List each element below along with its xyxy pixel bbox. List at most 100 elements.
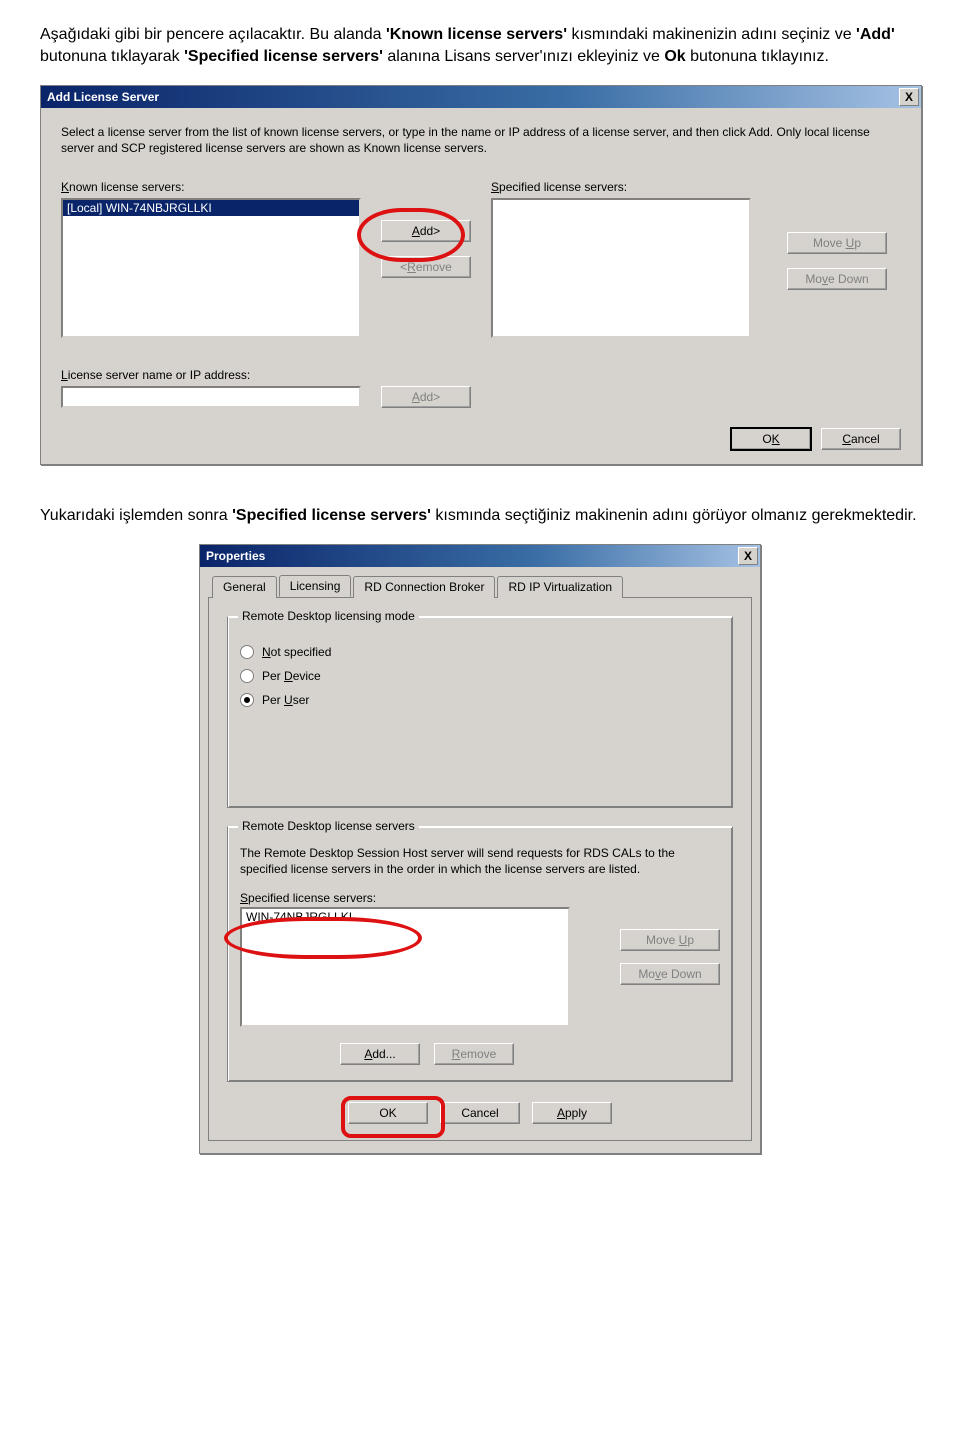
accelerator: L <box>61 368 68 382</box>
titlebar: Properties X <box>200 545 760 567</box>
accelerator: A <box>557 1106 565 1120</box>
text: Per <box>262 693 284 707</box>
add-license-server-dialog: Add License Server X Select a license se… <box>40 85 922 465</box>
radio-per-user[interactable]: Per User <box>240 693 720 707</box>
text: pecified license servers: <box>499 180 627 194</box>
specified-servers-listbox[interactable]: WIN-74NBJRGLLKI <box>240 907 570 1027</box>
list-item[interactable]: [Local] WIN-74NBJRGLLKI <box>63 200 359 216</box>
ok-button[interactable]: OK <box>731 428 811 450</box>
text: dd> <box>420 224 440 238</box>
text: Move <box>646 933 679 947</box>
move-down-button[interactable]: Move Down <box>620 963 720 985</box>
text: e Down <box>828 272 869 286</box>
accelerator: K <box>772 432 780 446</box>
text: Aşağıdaki gibi bir pencere açılacaktır. … <box>40 26 386 43</box>
ok-button[interactable]: OK <box>348 1102 428 1124</box>
remove-button[interactable]: Remove <box>434 1043 514 1065</box>
instruction-paragraph-1: Aşağıdaki gibi bir pencere açılacaktır. … <box>40 24 920 69</box>
text: emove <box>460 1047 496 1061</box>
text: Per <box>262 669 284 683</box>
text: e Down <box>661 967 702 981</box>
text: pecified license servers: <box>248 891 376 905</box>
groupbox-description: The Remote Desktop Session Host server w… <box>240 845 720 877</box>
instruction-paragraph-2: Yukarıdaki işlemden sonra 'Specified lic… <box>40 505 920 527</box>
specified-servers-listbox[interactable] <box>491 198 751 338</box>
text: nown license servers: <box>69 180 184 194</box>
text: butonuna tıklayınız. <box>686 48 829 65</box>
cancel-button[interactable]: Cancel <box>821 428 901 450</box>
apply-button[interactable]: Apply <box>532 1102 612 1124</box>
ip-address-label: License server name or IP address: <box>61 368 901 382</box>
radio-per-device[interactable]: Per Device <box>240 669 720 683</box>
accelerator: S <box>240 891 248 905</box>
accelerator: N <box>262 645 271 659</box>
accelerator: A <box>412 224 420 238</box>
properties-dialog: Properties X General Licensing RD Connec… <box>199 544 761 1154</box>
dialog-title: Properties <box>206 549 265 563</box>
ip-address-input[interactable] <box>61 386 361 408</box>
close-icon: X <box>905 91 913 103</box>
licensing-mode-groupbox: Remote Desktop licensing mode Not specif… <box>227 616 733 808</box>
text: Yukarıdaki işlemden sonra <box>40 507 232 524</box>
add-button[interactable]: Add... <box>340 1043 420 1065</box>
tab-licensing[interactable]: Licensing <box>279 575 352 597</box>
text: alanına Lisans server'ınızı ekleyiniz ve <box>383 48 664 65</box>
cancel-button[interactable]: Cancel <box>440 1102 520 1124</box>
text-bold: 'Specified license servers' <box>184 48 383 65</box>
accelerator: D <box>284 669 293 683</box>
text: ot specified <box>271 645 332 659</box>
remove-button[interactable]: <Remove <box>381 256 471 278</box>
text: butonuna tıklayarak <box>40 48 184 65</box>
known-servers-listbox[interactable]: [Local] WIN-74NBJRGLLKI <box>61 198 361 338</box>
tabstrip: General Licensing RD Connection Broker R… <box>208 575 752 598</box>
text: ser <box>293 693 310 707</box>
tab-general[interactable]: General <box>212 576 277 598</box>
accelerator: K <box>61 180 69 194</box>
specified-servers-label: Specified license servers: <box>491 180 901 194</box>
dialog-instructions: Select a license server from the list of… <box>61 124 901 156</box>
text: p <box>854 236 861 250</box>
text: p <box>687 933 694 947</box>
tab-rd-connection-broker[interactable]: RD Connection Broker <box>353 576 495 598</box>
text: Mo <box>805 272 822 286</box>
titlebar: Add License Server X <box>41 86 921 108</box>
add-button[interactable]: Add> <box>381 220 471 242</box>
text: emove <box>416 260 452 274</box>
dialog-title: Add License Server <box>47 90 159 104</box>
text: Move <box>813 236 846 250</box>
move-down-button[interactable]: Move Down <box>787 268 887 290</box>
text-bold: 'Specified license servers' <box>232 507 431 524</box>
text: O <box>762 432 771 446</box>
text: pply <box>565 1106 587 1120</box>
radio-not-specified[interactable]: Not specified <box>240 645 720 659</box>
accelerator: R <box>407 260 416 274</box>
tab-rd-ip-virtualization[interactable]: RD IP Virtualization <box>497 576 623 598</box>
list-item[interactable]: WIN-74NBJRGLLKI <box>242 909 568 925</box>
close-button[interactable]: X <box>899 88 919 106</box>
text-bold: 'Known license servers' <box>386 26 567 43</box>
close-button[interactable]: X <box>738 547 758 565</box>
text: Mo <box>638 967 655 981</box>
accelerator: A <box>412 390 420 404</box>
move-up-button[interactable]: Move Up <box>787 232 887 254</box>
radio-icon <box>240 693 254 707</box>
text: kısmındaki makinenizin adını seçiniz ve <box>567 26 856 43</box>
text: dd... <box>372 1047 395 1061</box>
close-icon: X <box>744 550 752 562</box>
move-up-button[interactable]: Move Up <box>620 929 720 951</box>
accelerator: S <box>491 180 499 194</box>
groupbox-legend: Remote Desktop license servers <box>238 819 419 833</box>
accelerator: C <box>842 432 851 446</box>
text: dd> <box>420 390 440 404</box>
accelerator: U <box>284 693 293 707</box>
license-servers-groupbox: Remote Desktop license servers The Remot… <box>227 826 733 1082</box>
radio-icon <box>240 669 254 683</box>
text: ancel <box>851 432 880 446</box>
text-bold: 'Add' <box>856 26 895 43</box>
accelerator: R <box>452 1047 461 1061</box>
radio-icon <box>240 645 254 659</box>
groupbox-legend: Remote Desktop licensing mode <box>238 609 419 623</box>
text: evice <box>293 669 321 683</box>
add-ip-button[interactable]: Add> <box>381 386 471 408</box>
text: icense server name or IP address: <box>68 368 251 382</box>
